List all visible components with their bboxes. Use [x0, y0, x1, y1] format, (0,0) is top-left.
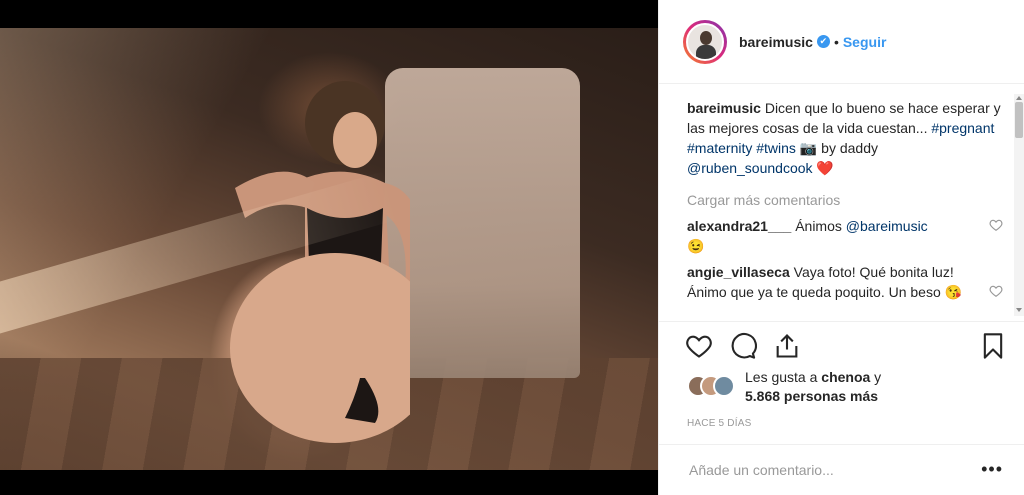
scrollbar-thumb[interactable] [1015, 102, 1023, 138]
post-header: bareimusic ✔ • Seguir [659, 0, 1024, 84]
instagram-post-modal: bareimusic ✔ • Seguir bareimusic Dicen q… [0, 0, 1024, 495]
post-caption: bareimusic Dicen que lo bueno se hace es… [687, 98, 1003, 178]
hashtag-twins[interactable]: #twins [756, 140, 796, 156]
red-heart-emoji-icon: ❤️ [816, 160, 834, 176]
comment-bubble-icon[interactable] [729, 332, 757, 360]
post-timestamp[interactable]: HACE 5 DÍAS [687, 418, 751, 429]
wink-emoji-icon: 😉 [687, 238, 705, 254]
share-icon[interactable] [773, 332, 801, 360]
scroll-up-arrow-icon[interactable] [1016, 96, 1022, 100]
follow-button[interactable]: Seguir [843, 34, 887, 50]
likes-text: Les gusta a chenoa y 5.868 personas más [745, 368, 881, 406]
hashtag-maternity[interactable]: #maternity [687, 140, 752, 156]
comment-text: Ánimos [791, 218, 846, 234]
avatar[interactable] [683, 19, 727, 64]
like-comment-heart-icon[interactable] [989, 218, 1003, 232]
liker-avatars[interactable] [687, 375, 737, 399]
verified-badge-icon: ✔ [816, 35, 830, 48]
comment-username[interactable]: alexandra21___ [687, 218, 791, 234]
post-photo[interactable] [0, 0, 658, 495]
add-comment-bar: ••• [659, 444, 1024, 495]
post-side-panel: bareimusic ✔ • Seguir bareimusic Dicen q… [658, 0, 1024, 495]
avatar-image [686, 22, 724, 61]
likes-summary: Les gusta a chenoa y 5.868 personas más [687, 368, 881, 406]
more-options-icon[interactable]: ••• [981, 459, 1003, 480]
hashtag-pregnant[interactable]: #pregnant [931, 120, 994, 136]
comment-item: angie_villaseca Vaya foto! Qué bonita lu… [687, 262, 1003, 302]
likes-conjunction: y [870, 369, 882, 385]
comment-mention[interactable]: @bareimusic [846, 218, 928, 234]
load-more-comments-link[interactable]: Cargar más comentarios [687, 190, 1003, 210]
add-comment-input[interactable] [687, 461, 941, 479]
username-link[interactable]: bareimusic [739, 34, 813, 50]
mention-ruben[interactable]: @ruben_soundcook [687, 160, 813, 176]
camera-emoji-icon: 📷 [799, 140, 818, 156]
likes-prefix: Les gusta a [745, 369, 822, 385]
caption-username[interactable]: bareimusic [687, 100, 761, 116]
caption-by-daddy: by daddy [817, 140, 878, 156]
comments-list[interactable]: bareimusic Dicen que lo bueno se hace es… [659, 84, 1011, 321]
kiss-emoji-icon: 😘 [944, 284, 963, 300]
liker-avatar [713, 375, 735, 397]
scroll-down-arrow-icon[interactable] [1016, 308, 1022, 312]
post-actions-bar [659, 321, 1024, 367]
like-comment-heart-icon[interactable] [989, 284, 1003, 298]
bookmark-icon[interactable] [979, 332, 1007, 360]
likes-count-link[interactable]: 5.868 personas más [745, 388, 878, 404]
comment-item: alexandra21___ Ánimos @bareimusic 😉 [687, 216, 1003, 256]
comment-username[interactable]: angie_villaseca [687, 264, 790, 280]
separator-dot: • [833, 33, 839, 50]
like-heart-icon[interactable] [685, 332, 713, 360]
liker-username[interactable]: chenoa [821, 369, 870, 385]
photo-scene [0, 28, 658, 470]
photo-sofa [385, 68, 580, 378]
